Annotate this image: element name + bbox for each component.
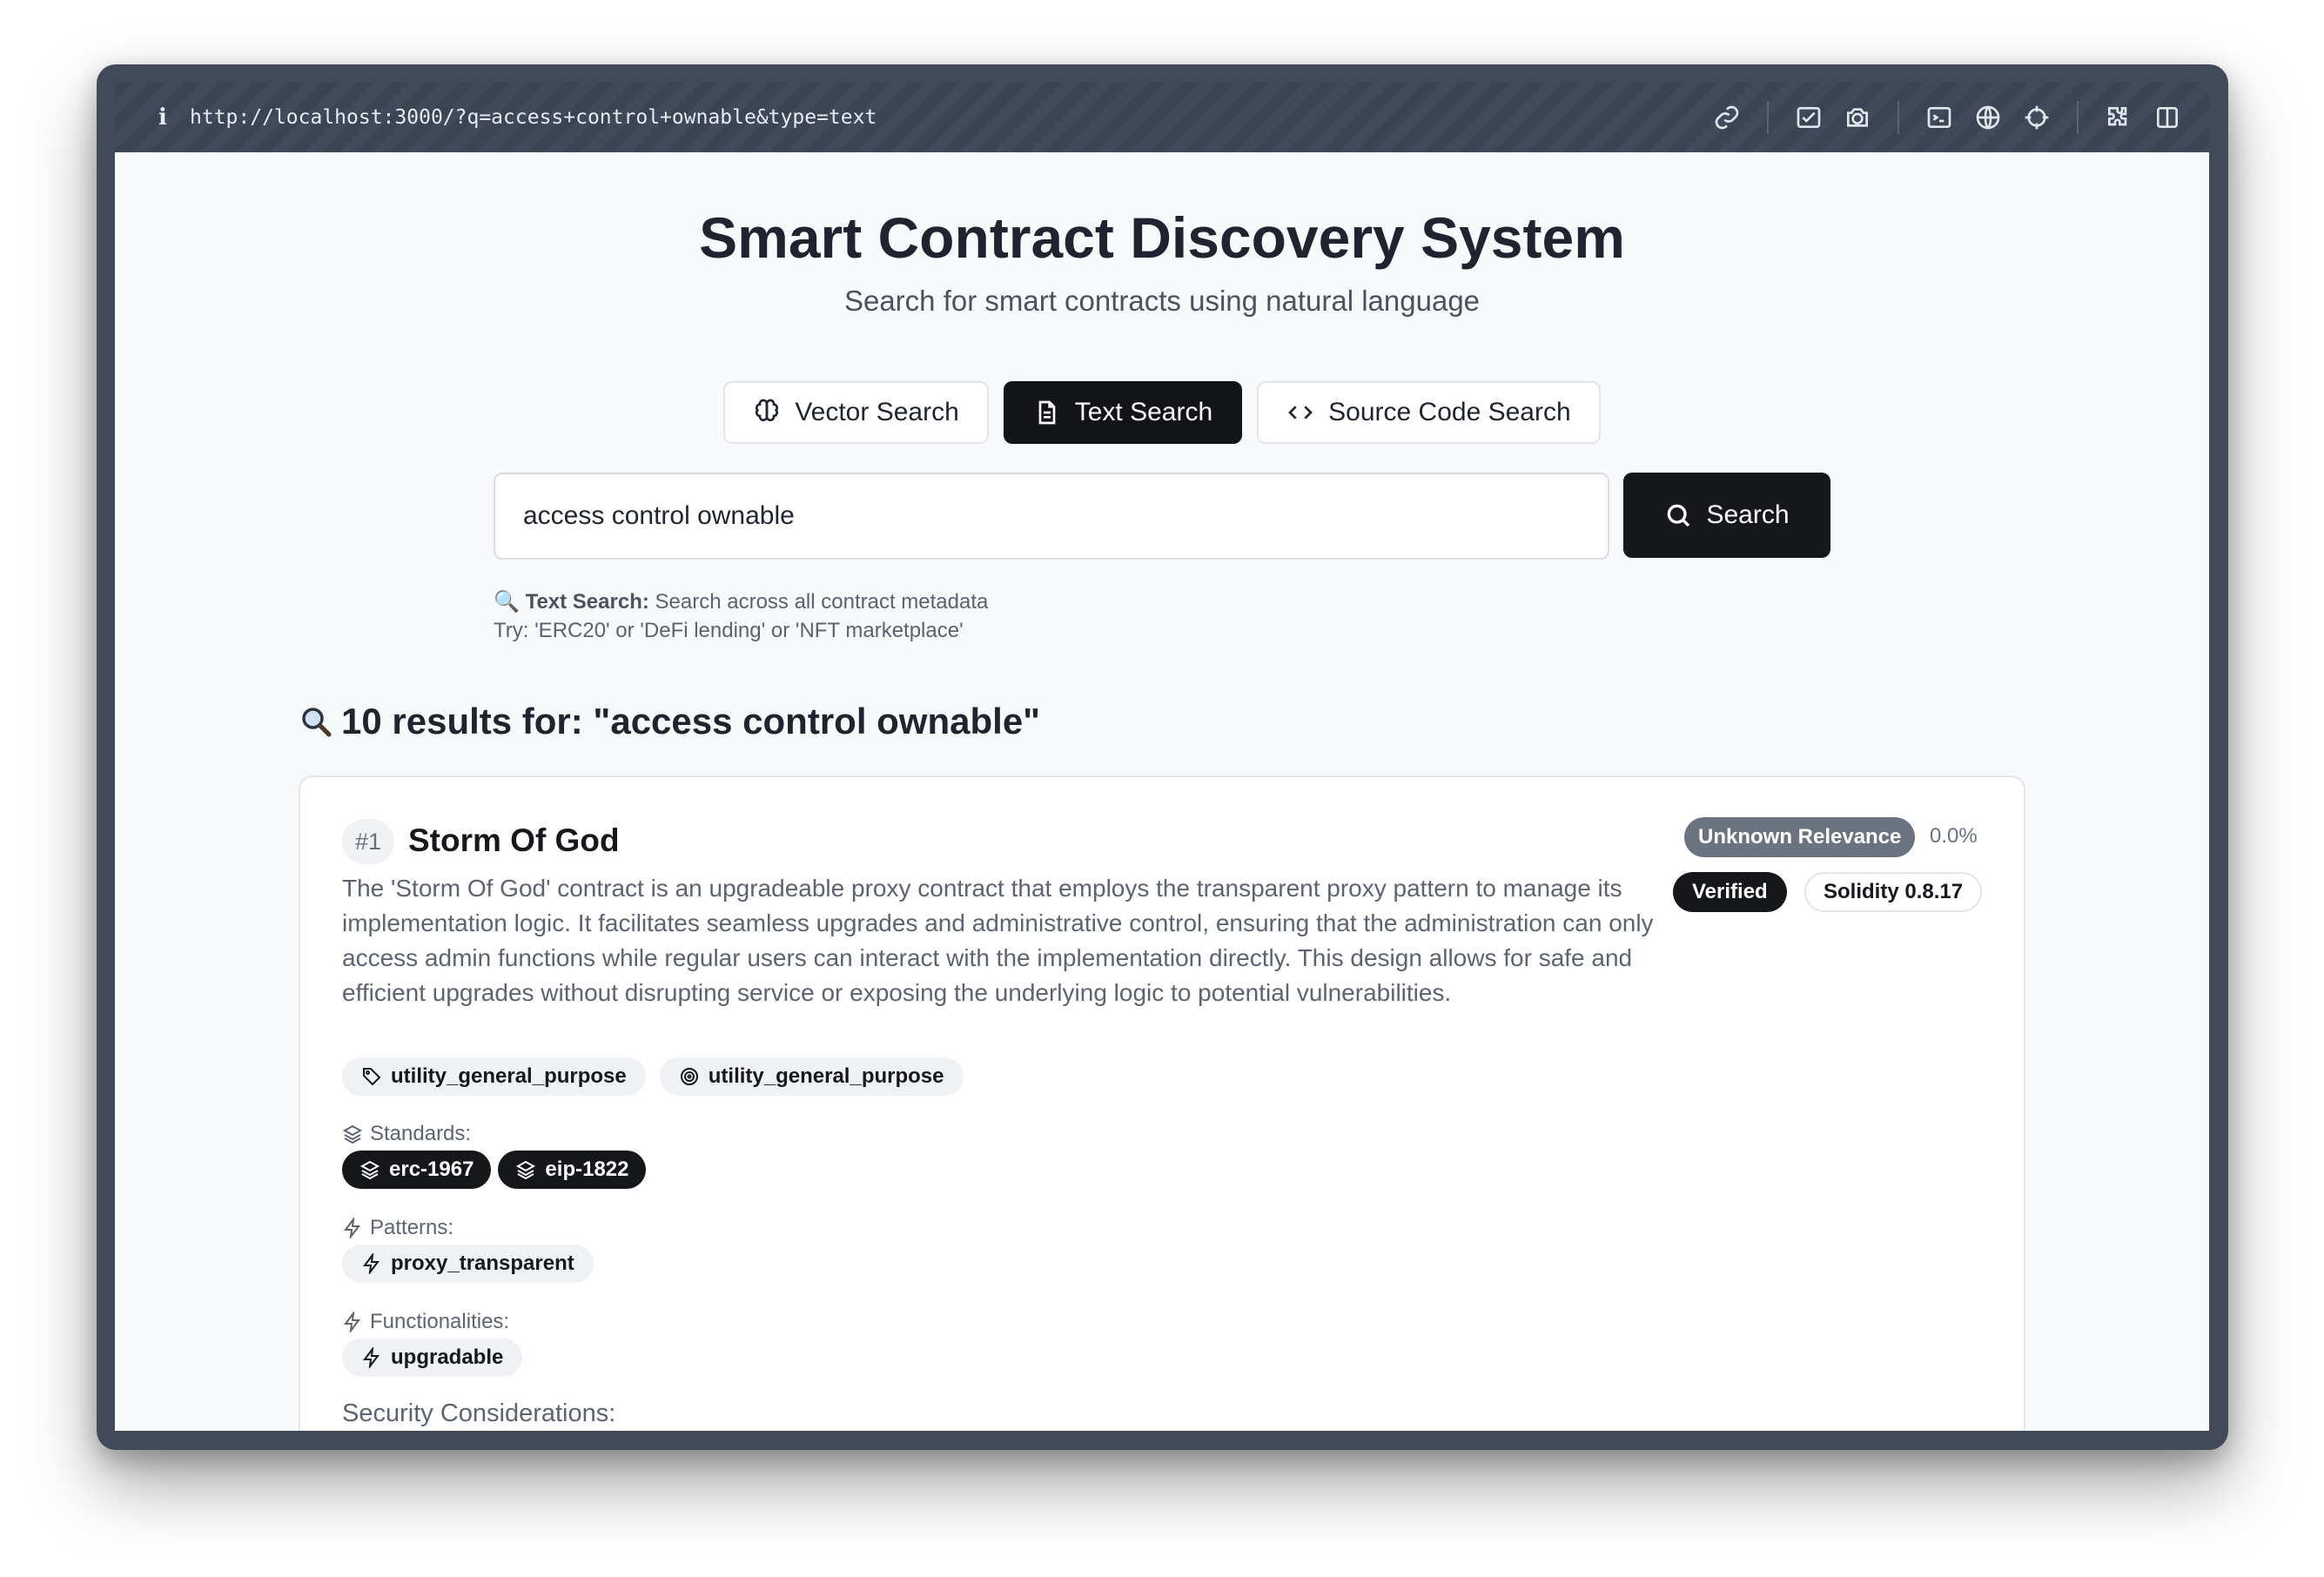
- code-icon: [1288, 406, 1313, 419]
- link-icon[interactable]: [1703, 93, 1751, 142]
- page-viewport: Smart Contract Discovery System Search f…: [115, 152, 2209, 1431]
- magnifier-icon: [302, 708, 332, 737]
- verified-badge: Verified: [1673, 872, 1787, 912]
- standards-label: Standards:: [342, 1122, 471, 1146]
- lightning-icon: [363, 1253, 379, 1274]
- standard-chip-label: eip-1822: [545, 1158, 629, 1181]
- functionalities-label: Functionalities:: [342, 1310, 509, 1334]
- extension-icon[interactable]: [2094, 93, 2143, 142]
- results-heading: 10 results for: "access control ownable": [298, 701, 1040, 742]
- search-hint: 🔍 Text Search: Search across all contrac…: [494, 587, 988, 645]
- functionalities-label-text: Functionalities:: [370, 1310, 510, 1333]
- patterns-label: Patterns:: [342, 1216, 453, 1240]
- layers-icon: [516, 1160, 536, 1180]
- tag-row: utility_general_purpose utility_general_…: [342, 1057, 964, 1096]
- target-tag: utility_general_purpose: [659, 1057, 964, 1096]
- globe-icon[interactable]: [1964, 93, 2012, 142]
- info-icon[interactable]: i: [141, 104, 185, 131]
- standard-chip: erc-1967: [342, 1151, 492, 1189]
- tag-icon: [363, 1068, 381, 1086]
- toolbar-divider: [1897, 101, 1899, 134]
- hint-label: Text Search:: [525, 590, 649, 614]
- search-mode-tabs: Vector Search Text Search Source Code Se…: [115, 381, 2209, 444]
- lightning-icon: [344, 1218, 360, 1238]
- crosshair-icon[interactable]: [2012, 93, 2061, 142]
- lightning-icon: [363, 1347, 379, 1368]
- camera-icon[interactable]: [1833, 93, 1882, 142]
- terminal-icon[interactable]: [1915, 93, 1964, 142]
- source-code-search-label: Source Code Search: [1328, 398, 1571, 426]
- page-subtitle: Search for smart contracts using natural…: [843, 285, 1481, 317]
- rank-badge: #1: [342, 819, 394, 864]
- page-title: Smart Contract Discovery System: [699, 205, 1625, 270]
- toolbar-divider: [1767, 101, 1769, 134]
- functionalities-row: upgradable: [342, 1339, 523, 1377]
- pattern-chip: proxy_transparent: [342, 1245, 594, 1283]
- category-tag: utility_general_purpose: [342, 1057, 646, 1096]
- search-input[interactable]: access control ownable: [494, 473, 1609, 560]
- hint-examples: Try: 'ERC20' or 'DeFi lending' or 'NFT m…: [494, 619, 964, 642]
- relevance-score: 0.0%: [1930, 824, 1978, 848]
- solidity-version-badge: Solidity 0.8.17: [1804, 872, 1983, 912]
- document-icon: [1038, 400, 1056, 425]
- category-tag-label: utility_general_purpose: [391, 1064, 627, 1088]
- vector-search-tab[interactable]: Vector Search: [723, 381, 989, 444]
- results-heading-text: 10 results for: "access control ownable": [341, 701, 1041, 742]
- patterns-label-text: Patterns:: [370, 1216, 454, 1239]
- result-card[interactable]: #1 Storm Of God Unknown Relevance 0.0% V…: [299, 775, 2025, 1431]
- pattern-chip-label: proxy_transparent: [391, 1252, 574, 1275]
- browser-toolbar: i http://localhost:3000/?q=access+contro…: [115, 83, 2209, 152]
- lightning-icon: [344, 1312, 360, 1332]
- source-code-search-tab[interactable]: Source Code Search: [1257, 381, 1601, 444]
- patterns-row: proxy_transparent: [342, 1245, 594, 1283]
- sidebar-icon[interactable]: [2143, 93, 2192, 142]
- url-bar[interactable]: http://localhost:3000/?q=access+control+…: [190, 106, 877, 129]
- functionality-chip-label: upgradable: [391, 1345, 504, 1369]
- contract-description: The 'Storm Of God' contract is an upgrad…: [342, 875, 1654, 1006]
- toolbar-divider: [2077, 101, 2079, 134]
- standards-row: erc-1967 eip-1822: [342, 1151, 647, 1189]
- functionality-chip: upgradable: [342, 1339, 523, 1377]
- browser-window: i http://localhost:3000/?q=access+contro…: [97, 64, 2228, 1450]
- security-considerations-label: Security Considerations:: [342, 1399, 616, 1427]
- search-button-label: Search: [1706, 500, 1790, 529]
- layers-icon: [359, 1160, 380, 1180]
- standard-chip-label: erc-1967: [389, 1158, 474, 1181]
- magnifier-icon: 🔍: [494, 590, 520, 614]
- target-tag-label: utility_general_purpose: [708, 1064, 944, 1088]
- search-button[interactable]: Search: [1623, 473, 1830, 558]
- text-search-tab[interactable]: Text Search: [1003, 381, 1243, 444]
- hint-description: Search across all contract metadata: [655, 590, 989, 614]
- standards-label-text: Standards:: [370, 1122, 472, 1145]
- relevance-badge: Unknown Relevance: [1684, 817, 1916, 857]
- brain-icon: [756, 399, 779, 421]
- vector-search-label: Vector Search: [795, 398, 959, 426]
- text-search-label: Text Search: [1074, 398, 1213, 426]
- screenshot-area-icon[interactable]: [1784, 93, 1833, 142]
- layers-icon: [342, 1124, 363, 1144]
- standard-chip: eip-1822: [498, 1151, 647, 1189]
- contract-name[interactable]: Storm Of God: [408, 822, 620, 859]
- search-icon: [1668, 504, 1690, 527]
- target-icon: [680, 1068, 698, 1085]
